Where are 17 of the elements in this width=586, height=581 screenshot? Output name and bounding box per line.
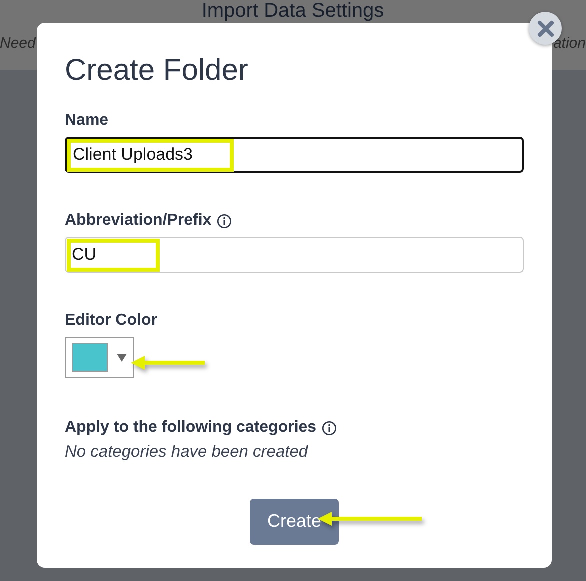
dialog-title: Create Folder — [65, 53, 250, 89]
field-label: Name — [65, 111, 109, 131]
info-icon[interactable] — [216, 214, 232, 228]
info-icon[interactable] — [322, 420, 337, 436]
page-title: Import Data Settings — [200, 0, 386, 22]
color-picker[interactable] — [65, 337, 134, 378]
text-field[interactable]: Client Uploads3 — [65, 137, 524, 173]
text-field[interactable]: CU — [65, 237, 524, 273]
create-button[interactable]: Create — [250, 498, 339, 545]
field-label: Editor Color — [65, 311, 158, 331]
close-icon — [536, 20, 554, 38]
description-text: Need — [0, 34, 36, 54]
field-label: Apply to the following categories — [65, 418, 317, 438]
caret-icon — [117, 354, 127, 362]
empty-message: No categories have been created — [65, 442, 310, 463]
field-label: Abbreviation/Prefix — [65, 211, 212, 231]
description-text: ation — [553, 34, 586, 54]
